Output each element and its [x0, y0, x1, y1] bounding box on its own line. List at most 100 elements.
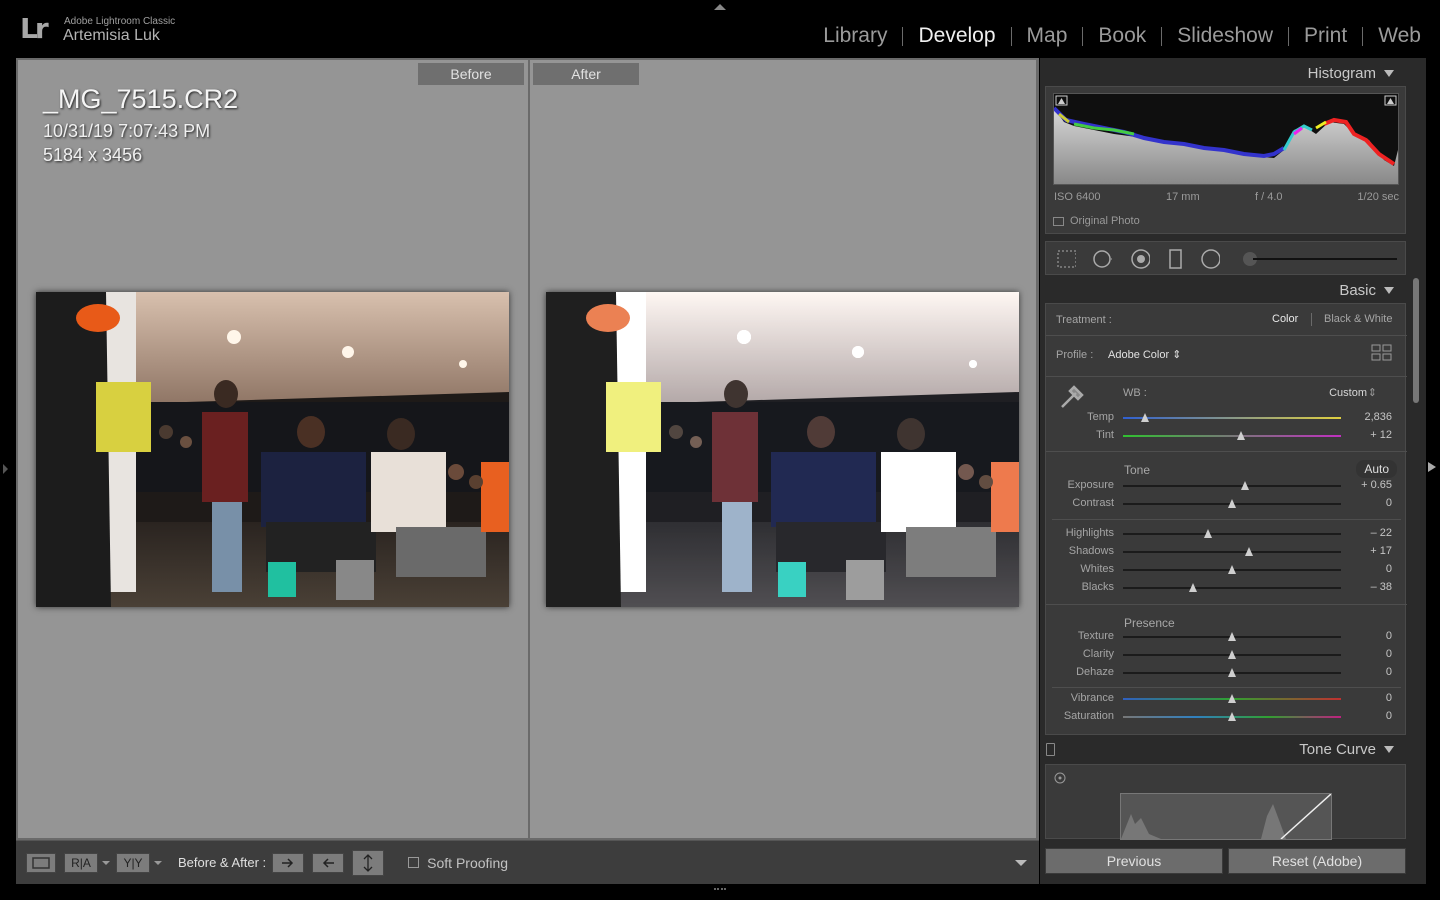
- histogram-header[interactable]: Histogram: [1308, 65, 1394, 82]
- module-separator: [1288, 26, 1289, 46]
- module-map[interactable]: Map: [1020, 24, 1075, 48]
- contrast-slider[interactable]: [1123, 499, 1341, 508]
- tint-slider[interactable]: [1123, 431, 1341, 440]
- tint-value[interactable]: + 12: [1370, 429, 1392, 441]
- vibrance-value[interactable]: 0: [1386, 692, 1392, 704]
- reset-button[interactable]: Reset (Adobe): [1228, 848, 1406, 874]
- filmstrip-toggle-icon[interactable]: [714, 888, 726, 894]
- treatment-separator: [1311, 313, 1312, 326]
- right-panel: Histogram ISO 6400 17 mm f / 4.0 1/20 se…: [1040, 58, 1426, 884]
- exposure-value[interactable]: + 0.65: [1361, 479, 1392, 491]
- red-eye-icon[interactable]: [1130, 249, 1150, 269]
- whites-slider-knob[interactable]: [1228, 565, 1236, 574]
- dehaze-slider[interactable]: [1123, 668, 1341, 677]
- before-after-split-button[interactable]: Y|Y: [116, 852, 150, 873]
- tint-slider-knob[interactable]: [1236, 431, 1245, 440]
- crop-tool-icon[interactable]: [1056, 249, 1076, 269]
- whites-slider[interactable]: [1123, 565, 1341, 574]
- module-slideshow[interactable]: Slideshow: [1170, 24, 1280, 48]
- basic-header[interactable]: Basic: [1339, 282, 1394, 299]
- whites-value[interactable]: 0: [1386, 563, 1392, 575]
- left-panel-toggle-icon[interactable]: [3, 464, 8, 474]
- soft-proofing-checkbox[interactable]: [408, 857, 420, 868]
- right-panel-toggle-icon[interactable]: [1428, 462, 1436, 472]
- saturation-slider[interactable]: [1123, 712, 1341, 721]
- original-photo-checkbox[interactable]: [1053, 216, 1064, 226]
- radial-filter-icon[interactable]: [1200, 249, 1220, 269]
- top-bar: Lr Adobe Lightroom Classic Artemisia Luk…: [0, 0, 1440, 58]
- swap-before-after-button[interactable]: [352, 849, 385, 876]
- previous-button[interactable]: Previous: [1045, 848, 1223, 874]
- before-pane[interactable]: Before _MG_7515.CR2 10/31/19 7:07:43 PM …: [18, 60, 528, 838]
- highlights-slider-knob[interactable]: [1204, 529, 1213, 538]
- temp-slider-knob[interactable]: [1140, 413, 1149, 422]
- blacks-slider[interactable]: [1123, 583, 1341, 592]
- contrast-slider-knob[interactable]: [1228, 499, 1236, 508]
- treatment-bw-option[interactable]: Black & White: [1324, 313, 1392, 325]
- module-library[interactable]: Library: [816, 24, 894, 48]
- copy-before-to-after-button[interactable]: [272, 852, 305, 873]
- vibrance-slider-knob[interactable]: [1228, 694, 1236, 703]
- highlights-value[interactable]: – 22: [1371, 527, 1392, 539]
- blacks-slider-knob[interactable]: [1188, 583, 1197, 592]
- temp-value[interactable]: 2,836: [1364, 411, 1392, 423]
- dehaze-value[interactable]: 0: [1386, 666, 1392, 678]
- texture-slider[interactable]: [1123, 632, 1341, 641]
- vibrance-slider[interactable]: [1123, 694, 1341, 703]
- module-book[interactable]: Book: [1091, 24, 1153, 48]
- exposure-slider-knob[interactable]: [1241, 481, 1250, 490]
- tone-curve-header[interactable]: Tone Curve: [1040, 741, 1426, 763]
- shadows-value[interactable]: + 17: [1370, 545, 1392, 557]
- dehaze-slider-knob[interactable]: [1228, 668, 1236, 677]
- graduated-filter-icon[interactable]: [1166, 249, 1186, 269]
- module-print[interactable]: Print: [1297, 24, 1354, 48]
- panel-switch-icon[interactable]: [1046, 743, 1055, 756]
- collapse-triangle-icon: [1384, 70, 1394, 77]
- white-balance-eyedropper-icon[interactable]: [1056, 381, 1088, 413]
- saturation-value[interactable]: 0: [1386, 710, 1392, 722]
- profile-dropdown[interactable]: Adobe Color ⇕: [1108, 348, 1181, 361]
- before-after-left-right-button[interactable]: R|A: [64, 852, 98, 873]
- after-photo[interactable]: [546, 292, 1019, 607]
- auto-tone-button[interactable]: Auto: [1356, 460, 1397, 478]
- loupe-view-button[interactable]: [26, 852, 56, 873]
- right-panel-scrollbar[interactable]: [1413, 278, 1419, 403]
- wb-label: WB :: [1123, 387, 1147, 399]
- texture-slider-knob[interactable]: [1228, 632, 1236, 641]
- after-pane[interactable]: After: [530, 60, 1036, 838]
- top-panel-toggle-icon[interactable]: [714, 4, 726, 10]
- histogram-graph[interactable]: [1052, 93, 1399, 185]
- saturation-slider-knob[interactable]: [1228, 712, 1236, 721]
- clarity-slider-knob[interactable]: [1228, 650, 1236, 659]
- shadows-slider[interactable]: [1123, 547, 1341, 556]
- highlights-slider[interactable]: [1123, 529, 1341, 538]
- contrast-value[interactable]: 0: [1386, 497, 1392, 509]
- targeted-adjustment-icon[interactable]: [1053, 771, 1067, 785]
- wb-dropdown-arrows-icon[interactable]: ⇕: [1368, 386, 1377, 399]
- before-photo[interactable]: [36, 292, 509, 607]
- divider: [1052, 519, 1401, 520]
- spot-removal-icon[interactable]: [1092, 249, 1112, 269]
- view-a-dropdown-icon[interactable]: [102, 860, 110, 865]
- toolbar-options-dropdown-icon[interactable]: [1015, 860, 1027, 866]
- copy-after-to-before-button[interactable]: [312, 852, 345, 873]
- histogram-title: Histogram: [1307, 65, 1376, 82]
- exposure-slider[interactable]: [1123, 481, 1341, 490]
- identity-plate-user[interactable]: Artemisia Luk: [63, 27, 160, 45]
- clarity-value[interactable]: 0: [1386, 648, 1392, 660]
- wb-dropdown[interactable]: Custom: [1329, 387, 1367, 399]
- adjustment-brush-track[interactable]: [1253, 258, 1397, 260]
- profile-browser-icon[interactable]: [1371, 344, 1393, 362]
- view-b-dropdown-icon[interactable]: [154, 860, 162, 865]
- treatment-color-option[interactable]: Color: [1272, 313, 1298, 325]
- module-web[interactable]: Web: [1371, 24, 1428, 48]
- texture-value[interactable]: 0: [1386, 630, 1392, 642]
- shadows-slider-knob[interactable]: [1245, 547, 1254, 556]
- temp-slider[interactable]: [1123, 413, 1341, 422]
- before-after-label: Before & After :: [178, 855, 267, 870]
- tone-curve-graph[interactable]: [1120, 793, 1332, 840]
- blacks-value[interactable]: – 38: [1371, 581, 1392, 593]
- original-photo-toggle[interactable]: Original Photo: [1053, 215, 1140, 227]
- clarity-slider[interactable]: [1123, 650, 1341, 659]
- module-develop[interactable]: Develop: [911, 24, 1002, 48]
